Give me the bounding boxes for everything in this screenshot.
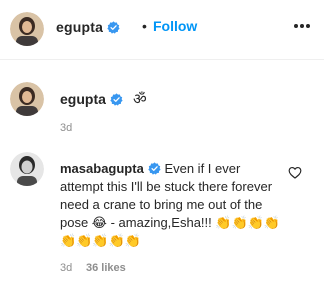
comment-body: masabagupta Even if I ever attempt this … bbox=[60, 160, 282, 250]
comment-likes-count[interactable]: 36 likes bbox=[86, 262, 126, 274]
caption-timestamp[interactable]: 3d bbox=[60, 122, 72, 134]
post-author-username[interactable]: egupta bbox=[56, 19, 120, 35]
commenter-username[interactable]: masabagupta bbox=[60, 161, 144, 176]
verified-badge-icon bbox=[148, 162, 161, 175]
like-heart-icon[interactable] bbox=[288, 166, 302, 179]
caption-author-avatar[interactable] bbox=[10, 82, 44, 116]
follow-button[interactable]: Follow bbox=[153, 18, 197, 34]
caption-author-username[interactable]: egupta bbox=[60, 91, 123, 107]
profile-avatar[interactable] bbox=[10, 12, 44, 46]
comment-timestamp[interactable]: 3d bbox=[60, 262, 72, 274]
post-author-username-text[interactable]: egupta bbox=[56, 19, 103, 35]
verified-badge-icon bbox=[110, 93, 123, 106]
post-header: egupta • Follow bbox=[0, 0, 324, 60]
separator-dot: • bbox=[142, 18, 147, 34]
verified-badge-icon bbox=[107, 21, 120, 34]
commenter-avatar[interactable] bbox=[10, 152, 44, 186]
more-options-icon[interactable] bbox=[294, 24, 310, 28]
caption-author-username-text[interactable]: egupta bbox=[60, 91, 106, 107]
caption-text: ॐ bbox=[133, 90, 147, 108]
